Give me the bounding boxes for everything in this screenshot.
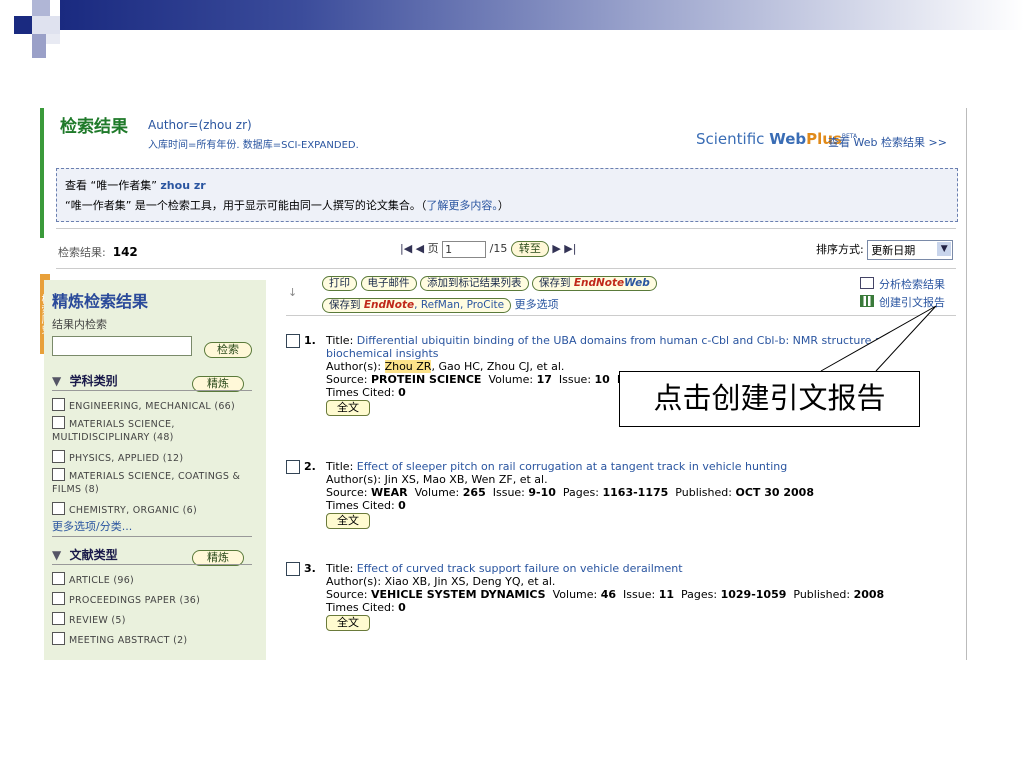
email-button[interactable]: 电子邮件: [360, 276, 417, 291]
query-subline: 入库时间=所有年份. 数据库=SCI-EXPANDED.: [148, 140, 359, 151]
subject-option[interactable]: PHYSICS, APPLIED (12): [52, 450, 252, 464]
record-checkbox[interactable]: [286, 460, 300, 474]
result-count: 检索结果: 142: [58, 245, 138, 259]
author-set-link[interactable]: zhou zr: [160, 179, 205, 192]
slide-deco-square: [46, 34, 60, 44]
right-border: [966, 108, 967, 660]
select-arrow-icon: ↓: [288, 286, 298, 299]
slide-deco-square: [32, 34, 46, 58]
search-within-button[interactable]: 检索: [204, 342, 252, 358]
triangle-down-icon: ▼: [52, 374, 62, 388]
output-toolbar-row1: 打印 电子邮件 添加到标记结果列表 保存到 EndNoteWeb: [322, 276, 657, 291]
divider: [52, 564, 252, 565]
record-title-link[interactable]: Effect of curved track support failure o…: [357, 562, 683, 575]
full-text-button[interactable]: 全文: [326, 513, 370, 529]
subject-option[interactable]: MATERIALS SCIENCE, MULTIDISCIPLINARY (48…: [52, 416, 252, 444]
subject-category-heading[interactable]: ▼ 学科类别: [52, 372, 118, 389]
doctype-option[interactable]: MEETING ABSTRACT (2): [52, 632, 252, 646]
go-to-page-button[interactable]: 转至: [510, 241, 549, 257]
pager: |◀ ◀ 页 1 /15 转至 ▶ ▶|: [400, 240, 577, 258]
info-line-2: “唯一作者集” 是一个检索工具，用于显示可能由同一人撰写的论文集合。（了解更多内…: [65, 199, 509, 212]
query-text: Author=(zhou zr): [148, 118, 252, 132]
checkbox[interactable]: [52, 612, 65, 625]
refine-panel: 精炼检索结果 结果内检索 检索 ▼ 学科类别 精炼 ENGINEERING, M…: [44, 280, 266, 660]
more-options-link[interactable]: 更多选项/分类...: [52, 518, 132, 534]
learn-more-link[interactable]: 了解更多内容。: [426, 199, 498, 212]
record-checkbox[interactable]: [286, 562, 300, 576]
divider: [56, 268, 956, 269]
chevron-down-icon: ▼: [937, 242, 952, 256]
info-line-1: 查看 “唯一作者集” zhou zr: [65, 179, 206, 192]
distinct-author-info-box: 查看 “唯一作者集” zhou zr “唯一作者集” 是一个检索工具，用于显示可…: [56, 168, 958, 222]
add-to-marked-list-button[interactable]: 添加到标记结果列表: [420, 276, 529, 291]
sort-select[interactable]: 更新日期 ▼: [867, 240, 954, 260]
slide-deco-square: [14, 16, 32, 34]
checkbox[interactable]: [52, 468, 65, 481]
save-to-endnote-web-button[interactable]: 保存到 EndNoteWeb: [532, 276, 657, 291]
checkbox[interactable]: [52, 398, 65, 411]
create-citation-report-link[interactable]: 创建引文报告: [860, 294, 945, 310]
checkbox[interactable]: [52, 572, 65, 585]
checkbox[interactable]: [52, 632, 65, 645]
checkbox[interactable]: [52, 450, 65, 463]
record-title-link[interactable]: Differential ubiquitin binding of the UB…: [326, 334, 896, 360]
refine-title: 精炼检索结果: [52, 292, 149, 311]
page-title: 检索结果: [60, 117, 128, 137]
author-highlight: Zhou ZR: [384, 360, 432, 373]
web-results-link[interactable]: 查看 Web 检索结果 >>: [828, 134, 947, 150]
checkbox[interactable]: [52, 416, 65, 429]
output-toolbar-row2: 保存到 EndNote, RefMan, ProCite 更多选项: [322, 296, 559, 313]
bar-chart-icon: [860, 295, 874, 307]
first-prev-page-icon[interactable]: |◀ ◀: [400, 242, 424, 255]
search-within-input[interactable]: [52, 336, 192, 356]
subject-option[interactable]: CHEMISTRY, ORGANIC (6): [52, 502, 252, 516]
more-options-link[interactable]: 更多选项: [515, 298, 559, 311]
checkbox[interactable]: [52, 502, 65, 515]
full-text-button[interactable]: 全文: [326, 400, 370, 416]
callout-annotation: 点击创建引文报告: [619, 371, 920, 427]
analyze-icon: [860, 277, 874, 289]
page-number-input[interactable]: 1: [442, 240, 487, 258]
divider: [52, 536, 252, 537]
record-title-link[interactable]: Effect of sleeper pitch on rail corrugat…: [357, 460, 787, 473]
sort-control: 排序方式: 更新日期 ▼: [816, 240, 954, 260]
analyze-results-link[interactable]: 分析检索结果: [860, 276, 945, 292]
subject-option[interactable]: ENGINEERING, MECHANICAL (66): [52, 398, 252, 412]
checkbox[interactable]: [52, 592, 65, 605]
slide-top-bar: [60, 0, 1024, 30]
record-checkbox[interactable]: [286, 334, 300, 348]
left-accent-stripe: [40, 108, 44, 238]
print-button[interactable]: 打印: [322, 276, 357, 291]
slide-deco-square: [32, 16, 60, 34]
divider: [56, 228, 956, 229]
result-count-value: 142: [112, 245, 138, 259]
full-text-button[interactable]: 全文: [326, 615, 370, 631]
search-within-label: 结果内检索: [52, 318, 107, 331]
save-to-endnote-button[interactable]: 保存到 EndNote, RefMan, ProCite: [322, 298, 512, 313]
doctype-option[interactable]: REVIEW (5): [52, 612, 252, 626]
doctype-option[interactable]: ARTICLE (96): [52, 572, 252, 586]
subject-option[interactable]: MATERIALS SCIENCE, COATINGS & FILMS (8): [52, 468, 252, 496]
triangle-down-icon: ▼: [52, 548, 62, 562]
doc-type-heading[interactable]: ▼ 文献类型: [52, 546, 118, 563]
doctype-option[interactable]: PROCEEDINGS PAPER (36): [52, 592, 252, 606]
next-last-page-icon[interactable]: ▶ ▶|: [552, 242, 576, 255]
divider: [52, 390, 252, 391]
slide-deco-square: [32, 0, 50, 16]
divider: [286, 315, 956, 316]
